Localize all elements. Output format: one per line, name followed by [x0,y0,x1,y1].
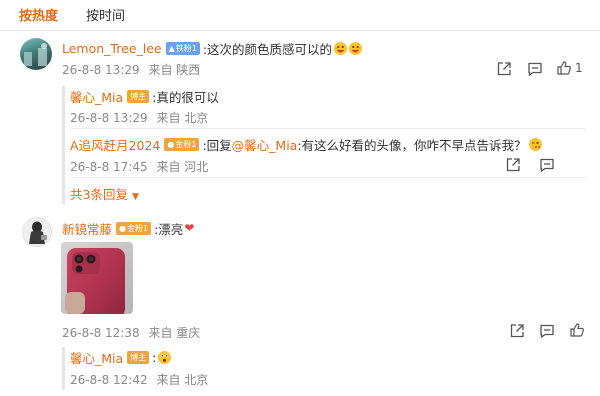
reply-meta: 26-8-8 17:45 来自 河北 [70,158,213,175]
comment-meta: 26-8-8 12:38 来自 重庆 [62,324,205,341]
reply-line: A追风赶月2024 ● 金粉1 :回复 @馨心_Mia :有这么好看的头像，你咋不… [70,135,542,153]
more-replies-link[interactable]: 共3条回复 ▼ [70,184,139,203]
reply-separator [70,128,585,129]
comment-text: :漂亮 [154,221,184,237]
fan-badge: ● 金粉1 [164,137,200,151]
share-icon[interactable] [496,61,512,77]
kiss-emoji-icon [528,137,542,151]
comment-icon[interactable] [539,157,555,173]
reply-separator [70,177,585,178]
timestamp: 26-8-8 13:29 [62,63,140,77]
mention-link[interactable]: @馨心_Mia [232,135,298,154]
username[interactable]: Lemon_Tree_lee [62,41,162,56]
comment-text: :这次的颜色质感可以的 [202,41,333,57]
tabs-divider [0,30,600,31]
fan-badge-label: 金粉1 [127,223,149,233]
blogger-badge: 博主 [127,350,150,364]
caret-down-icon: ▼ [131,192,139,202]
smile-emoji-icon [349,41,363,55]
reply-meta: 26-8-8 12:42 来自 北京 [70,371,213,388]
comment-icon[interactable] [527,61,543,77]
tab-by-hot[interactable]: 按热度 [19,6,58,28]
avatar[interactable] [22,217,52,247]
like-icon[interactable] [569,322,585,338]
more-replies-label: 共3条回复 [70,187,128,202]
heart-icon: ❤ [184,221,195,235]
surprised-emoji-icon [158,350,172,364]
reply-prefix: :回复 [202,137,232,153]
location: 来自 北京 [156,373,209,387]
like-icon[interactable] [556,60,572,76]
fan-badge-label: 金粉1 [175,139,197,149]
location: 来自 北京 [156,111,209,125]
reply-thread-bar [62,347,65,390]
avatar[interactable] [20,38,52,70]
tab-by-time[interactable]: 按时间 [86,6,125,28]
share-icon[interactable] [505,157,521,173]
reply-text: :有这么好看的头像，你咋不早点告诉我？ [297,137,527,153]
comment-photo[interactable] [61,242,133,314]
timestamp: 26-8-8 12:42 [70,373,148,387]
sort-tabs: 按热度 按时间 [19,6,125,28]
reply-thread-bar [62,86,65,204]
reply-line: 馨心_Mia 博主 : [70,348,172,367]
username[interactable]: A追风赶月2024 [70,135,160,154]
timestamp: 26-8-8 12:38 [62,326,140,340]
comment-line: Lemon_Tree_lee ▲ 铁粉1 :这次的颜色质感可以的 [62,39,363,57]
reply-text: :真的很可以 [152,89,219,105]
comment-icon[interactable] [539,323,555,339]
location: 来自 陕西 [148,63,201,77]
fan-badge: ● 金粉1 [116,221,152,235]
username[interactable]: 馨心_Mia [70,87,123,106]
smile-emoji-icon [334,41,348,55]
username[interactable]: 馨心_Mia [70,348,123,367]
blogger-badge: 博主 [127,89,150,103]
fan-badge-label: 铁粉1 [175,43,197,53]
comment-meta: 26-8-8 13:29 来自 陕西 [62,61,205,78]
reply-text: : [152,349,157,365]
timestamp: 26-8-8 13:29 [70,111,148,125]
location: 来自 河北 [156,160,209,174]
location: 来自 重庆 [148,326,201,340]
like-count: 1 [575,61,583,75]
comment-line: 新镜常藤 ● 金粉1 :漂亮 ❤ [62,219,194,237]
reply-meta: 26-8-8 13:29 来自 北京 [70,109,213,126]
username[interactable]: 新镜常藤 [62,219,112,238]
share-icon[interactable] [509,323,525,339]
reply-line: 馨心_Mia 博主 :真的很可以 [70,87,219,105]
timestamp: 26-8-8 17:45 [70,160,148,174]
fan-badge: ▲ 铁粉1 [165,41,200,55]
